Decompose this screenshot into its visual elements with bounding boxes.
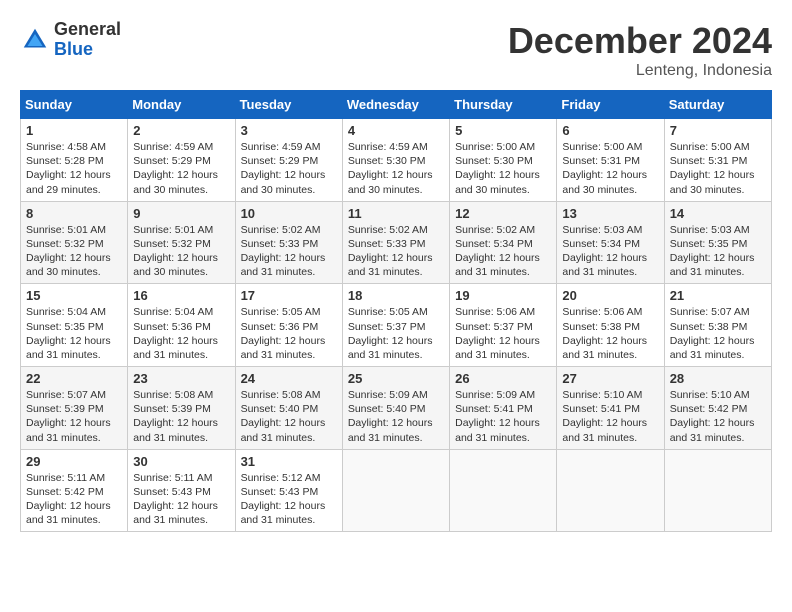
week-row-2: 8 Sunrise: 5:01 AMSunset: 5:32 PMDayligh… <box>21 201 772 284</box>
days-header-row: Sunday Monday Tuesday Wednesday Thursday… <box>21 91 772 119</box>
day-cell-17: 17 Sunrise: 5:05 AMSunset: 5:36 PMDaylig… <box>235 284 342 367</box>
day-cell-31: 31 Sunrise: 5:12 AMSunset: 5:43 PMDaylig… <box>235 449 342 532</box>
empty-cell-2 <box>450 449 557 532</box>
day-cell-29: 29 Sunrise: 5:11 AMSunset: 5:42 PMDaylig… <box>21 449 128 532</box>
empty-cell-4 <box>664 449 771 532</box>
day-cell-18: 18 Sunrise: 5:05 AMSunset: 5:37 PMDaylig… <box>342 284 449 367</box>
title-area: December 2024 Lenteng, Indonesia <box>508 20 772 80</box>
header-monday: Monday <box>128 91 235 119</box>
day-cell-22: 22 Sunrise: 5:07 AMSunset: 5:39 PMDaylig… <box>21 367 128 450</box>
day-cell-28: 28 Sunrise: 5:10 AMSunset: 5:42 PMDaylig… <box>664 367 771 450</box>
logo-general-text: General <box>54 19 121 39</box>
location: Lenteng, Indonesia <box>508 62 772 80</box>
week-row-4: 22 Sunrise: 5:07 AMSunset: 5:39 PMDaylig… <box>21 367 772 450</box>
logo-text: General Blue <box>54 20 121 60</box>
day-cell-23: 23 Sunrise: 5:08 AMSunset: 5:39 PMDaylig… <box>128 367 235 450</box>
day-cell-15: 15 Sunrise: 5:04 AMSunset: 5:35 PMDaylig… <box>21 284 128 367</box>
day-cell-4: 4 Sunrise: 4:59 AMSunset: 5:30 PMDayligh… <box>342 119 449 202</box>
day-cell-24: 24 Sunrise: 5:08 AMSunset: 5:40 PMDaylig… <box>235 367 342 450</box>
month-title: December 2024 <box>508 20 772 62</box>
day-cell-13: 13 Sunrise: 5:03 AMSunset: 5:34 PMDaylig… <box>557 201 664 284</box>
calendar-table: Sunday Monday Tuesday Wednesday Thursday… <box>20 90 772 532</box>
day-cell-7: 7 Sunrise: 5:00 AMSunset: 5:31 PMDayligh… <box>664 119 771 202</box>
day-cell-11: 11 Sunrise: 5:02 AMSunset: 5:33 PMDaylig… <box>342 201 449 284</box>
empty-cell-1 <box>342 449 449 532</box>
header-sunday: Sunday <box>21 91 128 119</box>
week-row-5: 29 Sunrise: 5:11 AMSunset: 5:42 PMDaylig… <box>21 449 772 532</box>
day-cell-9: 9 Sunrise: 5:01 AMSunset: 5:32 PMDayligh… <box>128 201 235 284</box>
day-cell-8: 8 Sunrise: 5:01 AMSunset: 5:32 PMDayligh… <box>21 201 128 284</box>
week-row-1: 1 Sunrise: 4:58 AMSunset: 5:28 PMDayligh… <box>21 119 772 202</box>
day-cell-10: 10 Sunrise: 5:02 AMSunset: 5:33 PMDaylig… <box>235 201 342 284</box>
day-cell-1: 1 Sunrise: 4:58 AMSunset: 5:28 PMDayligh… <box>21 119 128 202</box>
logo: General Blue <box>20 20 121 60</box>
day-cell-6: 6 Sunrise: 5:00 AMSunset: 5:31 PMDayligh… <box>557 119 664 202</box>
logo-blue-text: Blue <box>54 39 93 59</box>
day-cell-3: 3 Sunrise: 4:59 AMSunset: 5:29 PMDayligh… <box>235 119 342 202</box>
day-cell-20: 20 Sunrise: 5:06 AMSunset: 5:38 PMDaylig… <box>557 284 664 367</box>
day-cell-16: 16 Sunrise: 5:04 AMSunset: 5:36 PMDaylig… <box>128 284 235 367</box>
week-row-3: 15 Sunrise: 5:04 AMSunset: 5:35 PMDaylig… <box>21 284 772 367</box>
day-cell-21: 21 Sunrise: 5:07 AMSunset: 5:38 PMDaylig… <box>664 284 771 367</box>
day-cell-27: 27 Sunrise: 5:10 AMSunset: 5:41 PMDaylig… <box>557 367 664 450</box>
header-wednesday: Wednesday <box>342 91 449 119</box>
day-cell-2: 2 Sunrise: 4:59 AMSunset: 5:29 PMDayligh… <box>128 119 235 202</box>
day-cell-5: 5 Sunrise: 5:00 AMSunset: 5:30 PMDayligh… <box>450 119 557 202</box>
empty-cell-3 <box>557 449 664 532</box>
day-cell-26: 26 Sunrise: 5:09 AMSunset: 5:41 PMDaylig… <box>450 367 557 450</box>
day-cell-14: 14 Sunrise: 5:03 AMSunset: 5:35 PMDaylig… <box>664 201 771 284</box>
header-tuesday: Tuesday <box>235 91 342 119</box>
header-saturday: Saturday <box>664 91 771 119</box>
logo-icon <box>20 25 50 55</box>
day-cell-25: 25 Sunrise: 5:09 AMSunset: 5:40 PMDaylig… <box>342 367 449 450</box>
header: General Blue December 2024 Lenteng, Indo… <box>20 20 772 80</box>
header-thursday: Thursday <box>450 91 557 119</box>
day-cell-12: 12 Sunrise: 5:02 AMSunset: 5:34 PMDaylig… <box>450 201 557 284</box>
header-friday: Friday <box>557 91 664 119</box>
day-cell-19: 19 Sunrise: 5:06 AMSunset: 5:37 PMDaylig… <box>450 284 557 367</box>
day-cell-30: 30 Sunrise: 5:11 AMSunset: 5:43 PMDaylig… <box>128 449 235 532</box>
